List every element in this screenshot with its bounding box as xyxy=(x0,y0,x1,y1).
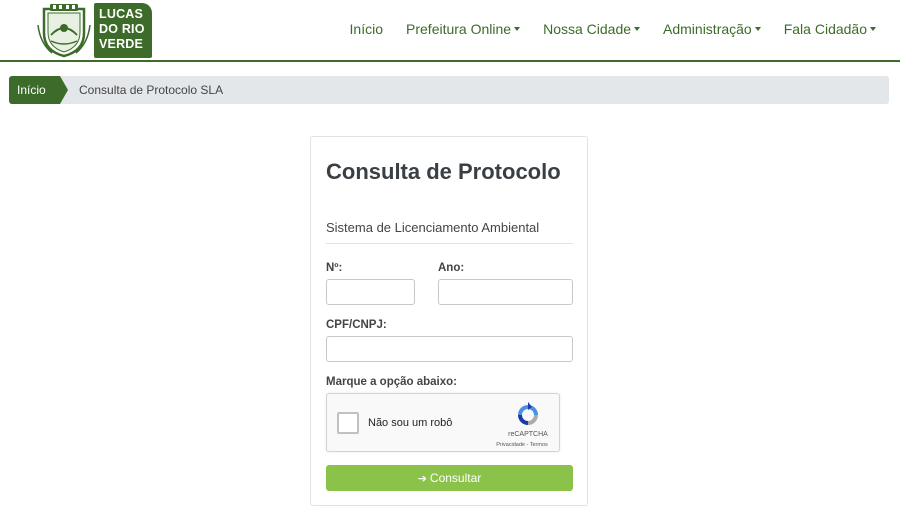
nav-item-nossa-cidade[interactable]: Nossa Cidade xyxy=(543,20,641,38)
numero-input[interactable] xyxy=(326,279,415,305)
recaptcha-brand: reCAPTCHA xyxy=(508,431,548,438)
recaptcha-checkbox[interactable] xyxy=(337,412,359,434)
logo-line-3: VERDE xyxy=(99,37,144,51)
nav-item-administracao[interactable]: Administração xyxy=(663,20,761,38)
caret-down-icon xyxy=(754,27,761,32)
ano-label: Ano: xyxy=(438,262,465,274)
breadcrumb-arrow-icon xyxy=(60,76,68,104)
cpf-cnpj-input[interactable] xyxy=(326,336,573,362)
recaptcha-widget: Não sou um robô reCAPTCHA Privacidade - … xyxy=(326,393,560,452)
logo-line-2: DO RIO xyxy=(99,22,145,36)
divider xyxy=(326,243,573,244)
captcha-prompt: Marque a opção abaixo: xyxy=(326,376,458,388)
site-header: LUCAS DO RIO VERDE Início Prefeitura Onl… xyxy=(0,0,900,62)
city-crest-icon xyxy=(37,4,91,58)
nav-item-inicio[interactable]: Início xyxy=(350,20,383,38)
cpf-cnpj-label: CPF/CNPJ: xyxy=(326,319,387,331)
protocol-query-card: Consulta de Protocolo Sistema de Licenci… xyxy=(310,136,588,506)
nav-item-fala-cidadao[interactable]: Fala Cidadão xyxy=(784,20,876,38)
caret-down-icon xyxy=(634,27,641,32)
main-nav: Início Prefeitura Online Nossa Cidade Ad… xyxy=(327,20,876,38)
consultar-button-label: Consultar xyxy=(429,471,482,485)
recaptcha-links[interactable]: Privacidade - Termos xyxy=(487,442,557,448)
nav-item-label: Nossa Cidade xyxy=(543,21,632,37)
nav-item-label: Administração xyxy=(663,21,752,37)
nav-item-label: Fala Cidadão xyxy=(783,21,867,37)
nav-item-label: Prefeitura Online xyxy=(406,21,512,37)
caret-down-icon xyxy=(870,27,876,32)
nav-item-prefeitura-online[interactable]: Prefeitura Online xyxy=(406,20,521,38)
ano-input[interactable] xyxy=(438,279,573,305)
breadcrumb-home-link[interactable]: Início xyxy=(9,76,60,104)
breadcrumb-current: Consulta de Protocolo SLA xyxy=(79,83,224,97)
site-logo[interactable]: LUCAS DO RIO VERDE xyxy=(36,3,152,58)
page-title: Consulta de Protocolo xyxy=(326,159,561,184)
consultar-button[interactable]: ➔ Consultar xyxy=(326,465,573,491)
numero-label: Nº: xyxy=(326,262,343,274)
header-divider xyxy=(0,60,900,62)
logo-wordmark: LUCAS DO RIO VERDE xyxy=(94,3,152,58)
nav-item-label: Início xyxy=(349,21,384,37)
recaptcha-logo-icon xyxy=(518,402,538,425)
page-subtitle: Sistema de Licenciamento Ambiental xyxy=(326,220,540,235)
sign-in-icon: ➔ xyxy=(417,473,427,485)
breadcrumb: Início Consulta de Protocolo SLA xyxy=(9,76,889,104)
recaptcha-label: Não sou um robô xyxy=(368,417,453,429)
caret-down-icon xyxy=(514,27,521,32)
logo-line-1: LUCAS xyxy=(99,7,144,21)
